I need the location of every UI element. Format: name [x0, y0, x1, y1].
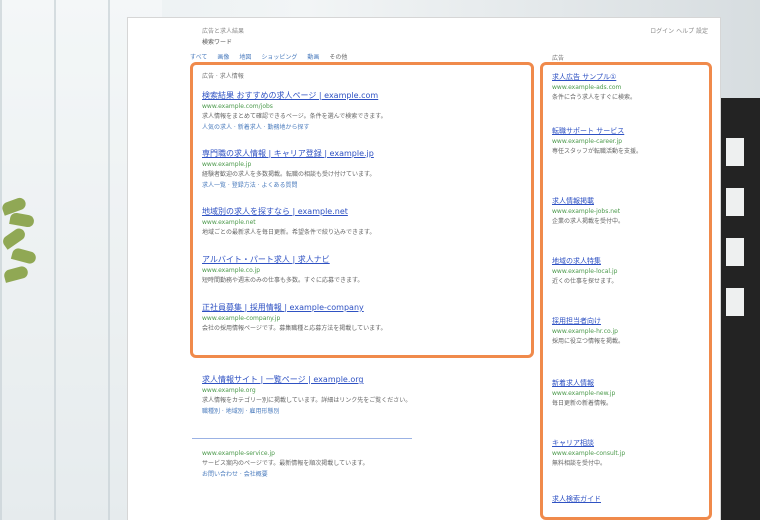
header-left: 広告と求人結果	[202, 28, 245, 35]
result-url: www.example.co.jp	[202, 267, 261, 274]
search-tabs: すべて 画像 地図 ショッピング 動画 その他	[190, 52, 347, 61]
ad-url: www.example-jobs.net	[552, 208, 621, 215]
ad-item: 地域の求人特集 www.example-local.jp 近くの仕事を探せます。	[552, 256, 702, 286]
ad-item: 転職サポート サービス www.example-career.jp 専任スタッフ…	[552, 126, 702, 156]
ad-desc: 条件に合う求人をすぐに検索。	[552, 94, 637, 101]
ad-item: 採用担当者向け www.example-hr.co.jp 採用に役立つ情報を掲載…	[552, 316, 702, 346]
ad-desc: 専任スタッフが転職活動を支援。	[552, 148, 643, 155]
ad-url: www.example-career.jp	[552, 138, 623, 145]
ad-desc: 企業の求人掲載を受付中。	[552, 218, 625, 225]
ad-url: www.example-local.jp	[552, 268, 618, 275]
result-desc: 地域ごとの最新求人を毎日更新。希望条件で絞り込みできます。	[202, 229, 376, 236]
search-result: 求人情報サイト | 一覧ページ | example.org www.exampl…	[202, 374, 532, 416]
ad-desc: 採用に役立つ情報を掲載。	[552, 338, 625, 345]
tab-images[interactable]: 画像	[217, 52, 229, 61]
ad-desc: 無料相談を受付中。	[552, 460, 607, 467]
result-url: www.example-service.jp	[202, 450, 275, 457]
result-title[interactable]: 専門職の求人情報 | キャリア登録 | example.jp	[202, 148, 532, 159]
search-result: アルバイト・パート求人 | 求人ナビ www.example.co.jp 短時間…	[202, 254, 532, 285]
result-title[interactable]: 地域別の求人を探すなら | example.net	[202, 206, 532, 217]
search-result: 正社員募集 | 採用情報 | example-company www.examp…	[202, 302, 532, 333]
ad-desc: 近くの仕事を探せます。	[552, 278, 618, 285]
search-query: 検索ワード	[202, 39, 233, 46]
tab-videos[interactable]: 動画	[307, 52, 319, 61]
result-desc: 短時間勤務や週末のみの仕事も多数。すぐに応募できます。	[202, 277, 364, 284]
result-url: www.example.jp	[202, 161, 252, 168]
ad-item: キャリア相談 www.example-consult.jp 無料相談を受付中。	[552, 438, 702, 468]
result-title[interactable]: 検索結果 おすすめの求人ページ | example.com	[202, 90, 532, 101]
divider-line	[192, 438, 412, 439]
plant-icon	[0, 190, 46, 340]
result-url: www.example.net	[202, 219, 256, 226]
search-result: 地域別の求人を探すなら | example.net www.example.ne…	[202, 206, 532, 237]
ad-item: 求人広告 サンプル① www.example-ads.com 条件に合う求人をす…	[552, 72, 702, 102]
ad-title[interactable]: 求人情報掲載	[552, 196, 702, 206]
search-results-screen: 広告と求人結果 ログイン ヘルプ 設定 検索ワード すべて 画像 地図 ショッピ…	[128, 18, 720, 520]
ad-item: 求人検索ガイド	[552, 494, 702, 504]
ad-item: 求人情報掲載 www.example-jobs.net 企業の求人掲載を受付中。	[552, 196, 702, 226]
ad-title[interactable]: キャリア相談	[552, 438, 702, 448]
result-desc: 求人情報をまとめて確認できるページ。条件を選んで検索できます。	[202, 113, 387, 120]
result-sitelinks[interactable]: 求人一覧 · 登録方法 · よくある質問	[202, 181, 532, 190]
right-box-label: 広告	[552, 55, 565, 62]
result-url: www.example-company.jp	[202, 315, 281, 322]
result-sitelinks[interactable]: お問い合わせ · 会社概要	[202, 470, 532, 479]
result-url: www.example.com/jobs	[202, 103, 273, 110]
ad-title[interactable]: 転職サポート サービス	[552, 126, 702, 136]
ad-url: www.example-new.jp	[552, 390, 616, 397]
left-box-label: 広告 · 求人情報	[202, 73, 244, 80]
result-title[interactable]: アルバイト・パート求人 | 求人ナビ	[202, 254, 532, 265]
result-title[interactable]: 求人情報サイト | 一覧ページ | example.org	[202, 374, 532, 385]
tab-all[interactable]: すべて	[190, 52, 207, 61]
ad-title[interactable]: 採用担当者向け	[552, 316, 702, 326]
result-desc: 会社の採用情報ページです。募集職種と応募方法を掲載しています。	[202, 325, 387, 332]
tab-more[interactable]: その他	[329, 52, 347, 61]
tab-maps[interactable]: 地図	[239, 52, 251, 61]
result-desc: 求人情報をカテゴリー別に掲載しています。詳細はリンク先をご覧ください。	[202, 397, 412, 404]
result-desc: 経験者歓迎の求人を多数掲載。転職の相談も受け付けています。	[202, 171, 376, 178]
search-result: 専門職の求人情報 | キャリア登録 | example.jp www.examp…	[202, 148, 532, 190]
result-url: www.example.org	[202, 387, 256, 394]
ad-title[interactable]: 求人検索ガイド	[552, 494, 702, 504]
ad-url: www.example-hr.co.jp	[552, 328, 618, 335]
ad-title[interactable]: 求人広告 サンプル①	[552, 72, 702, 82]
ad-desc: 毎日更新の新着情報。	[552, 400, 613, 407]
ad-url: www.example-consult.jp	[552, 450, 626, 457]
ad-item: 新着求人情報 www.example-new.jp 毎日更新の新着情報。	[552, 378, 702, 408]
ad-url: www.example-ads.com	[552, 84, 622, 91]
ad-title[interactable]: 地域の求人特集	[552, 256, 702, 266]
result-sitelinks[interactable]: 人気の求人 · 新着求人 · 勤務地から探す	[202, 123, 532, 132]
search-result: www.example-service.jp サービス案内のページです。最新情報…	[202, 448, 532, 479]
result-desc: サービス案内のページです。最新情報を順次掲載しています。	[202, 460, 369, 467]
result-sitelinks[interactable]: 職種別 · 地域別 · 雇用形態別	[202, 407, 532, 416]
search-result: 検索結果 おすすめの求人ページ | example.com www.exampl…	[202, 90, 532, 132]
tab-shopping[interactable]: ショッピング	[261, 52, 297, 61]
result-title[interactable]: 正社員募集 | 採用情報 | example-company	[202, 302, 532, 313]
ad-title[interactable]: 新着求人情報	[552, 378, 702, 388]
header-right[interactable]: ログイン ヘルプ 設定	[650, 26, 708, 35]
